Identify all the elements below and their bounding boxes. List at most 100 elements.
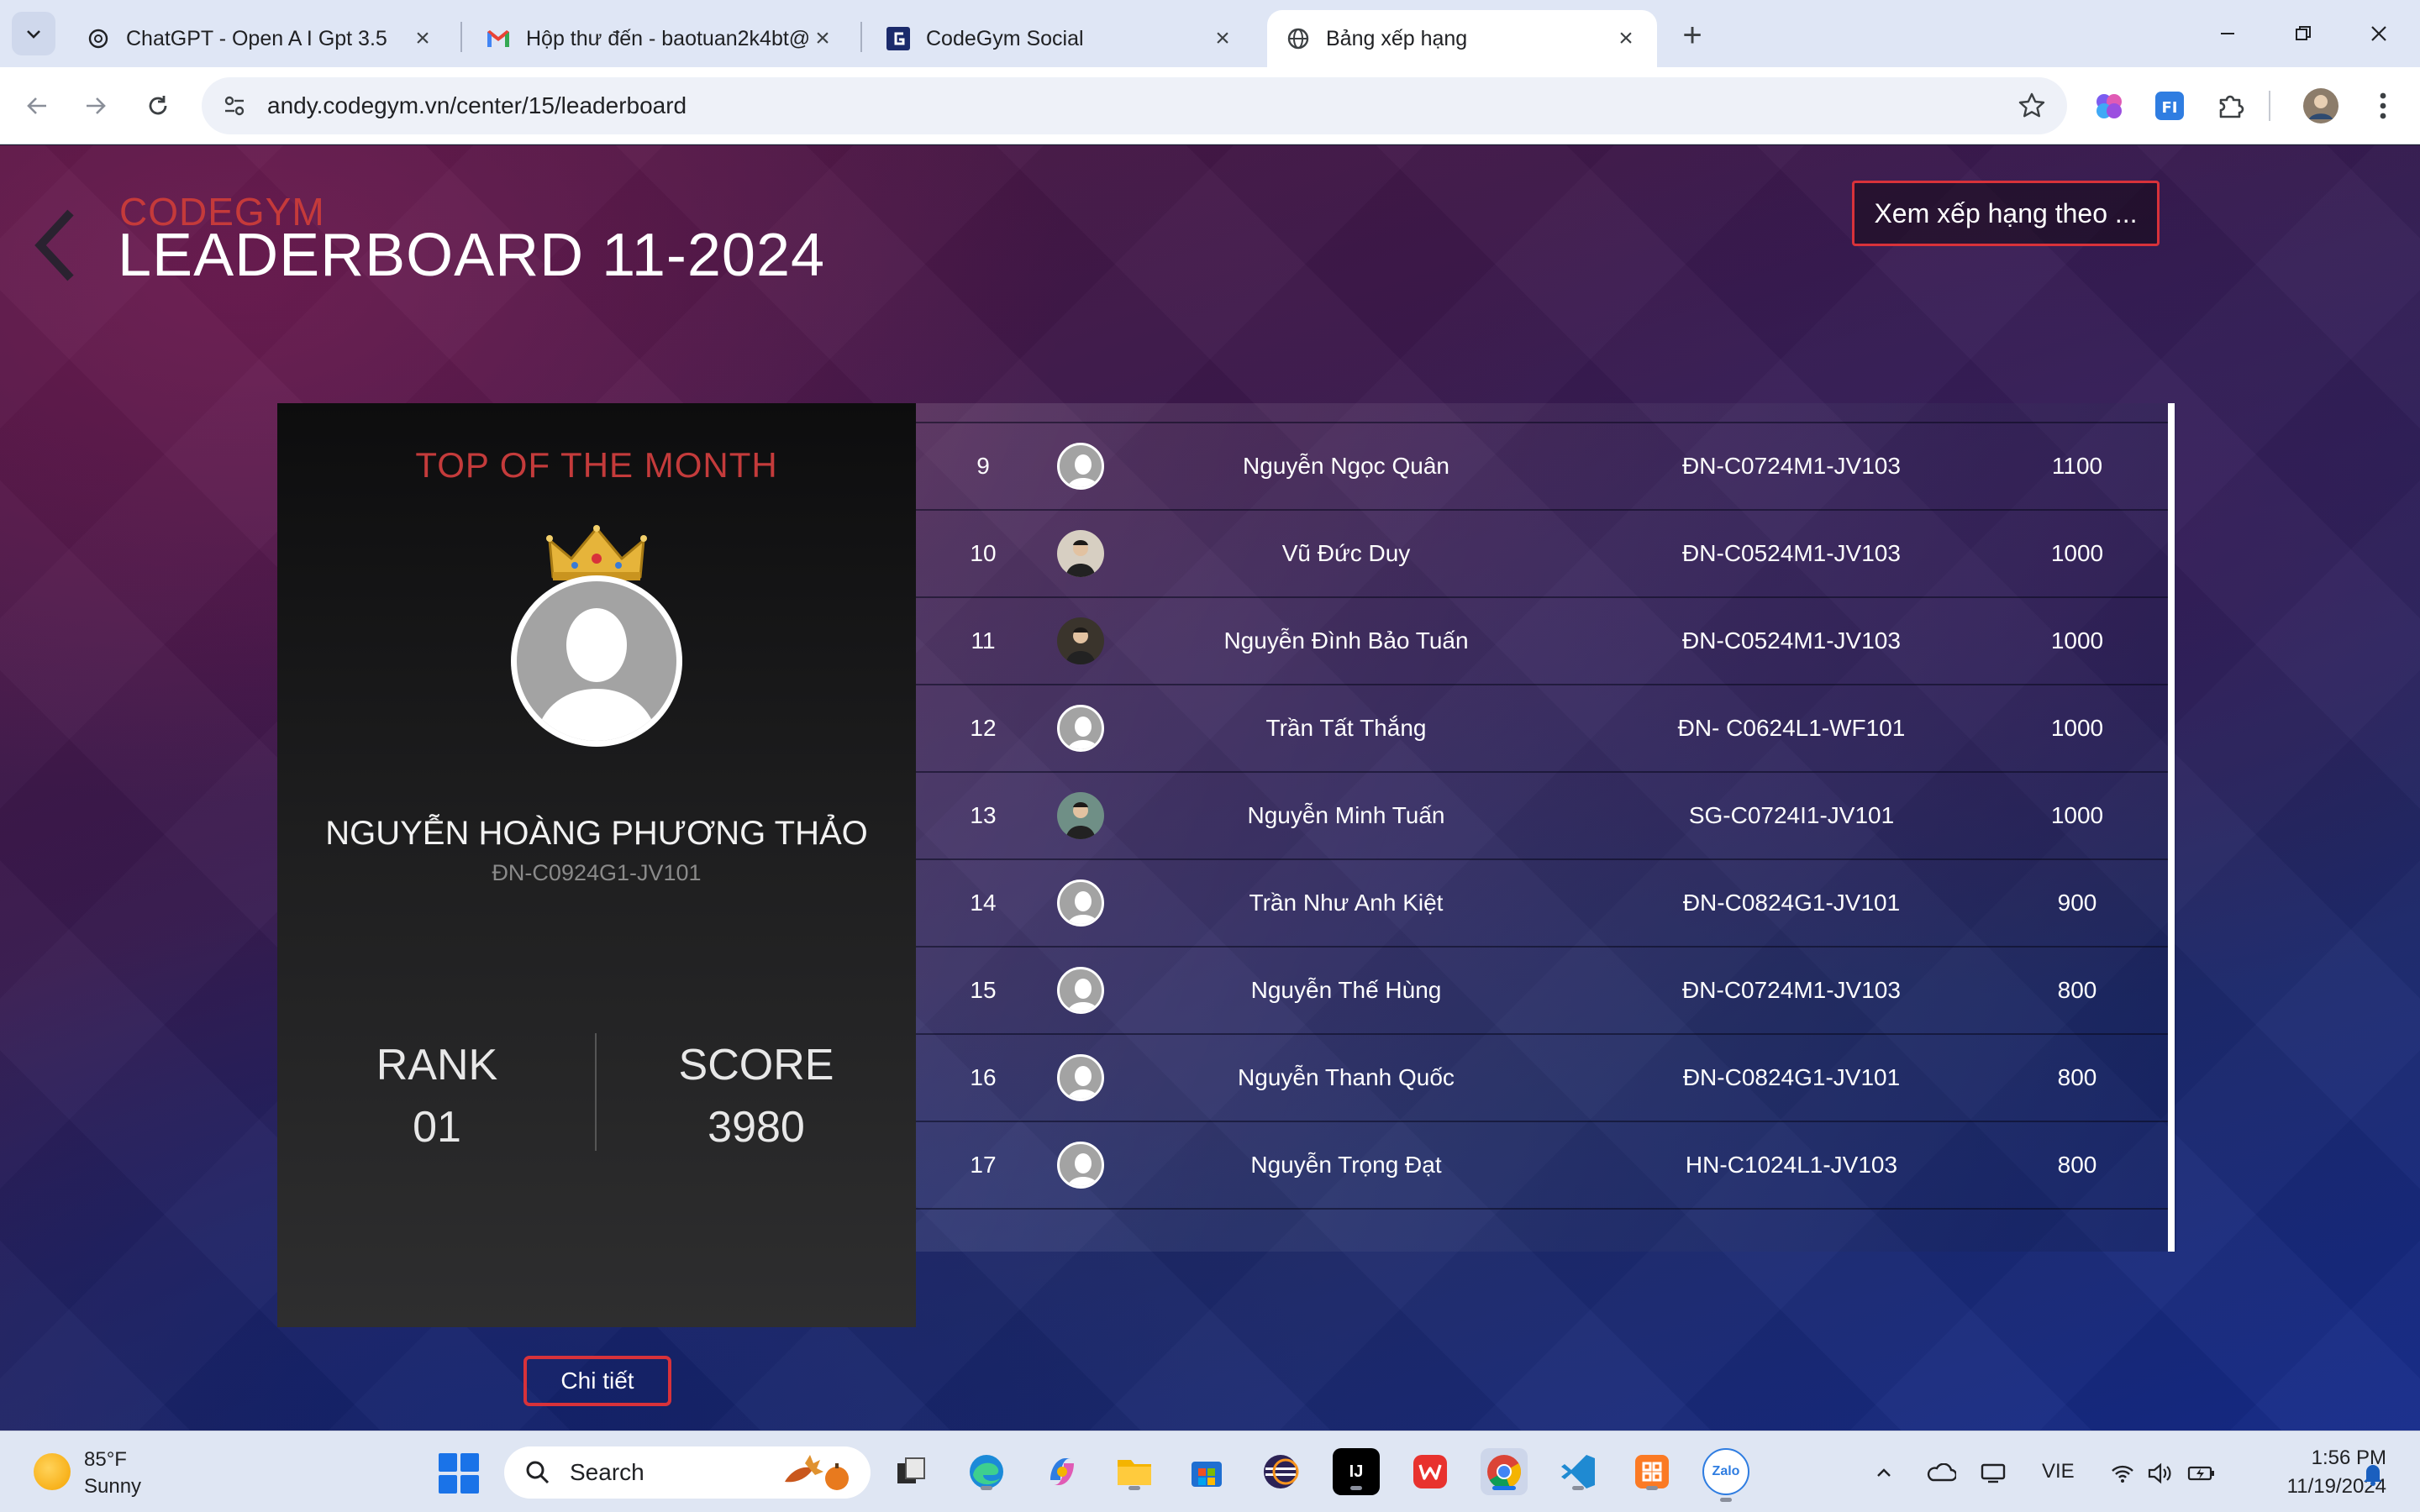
weather-description[interactable]: Sunny [84, 1475, 141, 1499]
sun-icon[interactable] [34, 1453, 71, 1490]
tab-leaderboard[interactable]: Bảng xếp hạng × [1267, 10, 1657, 67]
table-row[interactable]: 16 Nguyễn Thanh Quốc ĐN-C0824G1-JV101 800 [916, 1035, 2168, 1122]
forward-button[interactable] [74, 84, 118, 128]
store-icon[interactable] [1183, 1448, 1230, 1495]
volume-icon[interactable] [2143, 1457, 2176, 1490]
battery-icon[interactable] [2185, 1457, 2218, 1490]
close-icon[interactable]: × [1613, 24, 1639, 52]
user-name[interactable]: Nguyễn Thế Hùng [1128, 977, 1565, 1004]
score-value: 1000 [2050, 715, 2104, 741]
tab-title: Bảng xếp hạng [1326, 26, 1468, 50]
user-photo [1065, 802, 1096, 839]
user-name[interactable]: Nguyễn Thanh Quốc [1128, 1064, 1565, 1091]
table-row[interactable]: 17 Nguyễn Trọng Đạt HN-C1024L1-JV103 800 [916, 1122, 2168, 1210]
user-avatar[interactable] [1057, 617, 1104, 664]
running-indicator [1720, 1498, 1732, 1502]
file-explorer-icon[interactable] [887, 1448, 934, 1495]
brain-extension-icon[interactable] [2089, 86, 2129, 126]
windows-logo-pane [460, 1475, 479, 1494]
bookmark-star-icon[interactable] [2015, 89, 2049, 123]
score-value: 800 [2057, 1064, 2097, 1090]
tab-codegym-social[interactable]: CodeGym Social × [867, 10, 1254, 67]
chevron-up-icon[interactable] [1867, 1457, 1901, 1490]
chrome-icon[interactable] [1481, 1448, 1528, 1495]
extensions-puzzle-icon[interactable] [2212, 86, 2252, 126]
user-name[interactable]: Nguyễn Đình Bảo Tuấn [1128, 627, 1565, 654]
tab-title: ChatGPT - Open A I Gpt 3.5 [126, 26, 387, 50]
detail-button[interactable]: Chi tiết [523, 1356, 671, 1406]
tab-search-button[interactable] [12, 12, 55, 55]
globe-icon [1286, 26, 1311, 51]
class-code: ĐN- C0624L1-WF101 [1677, 715, 1906, 741]
back-chevron-icon[interactable] [30, 207, 81, 283]
running-indicator [1350, 1486, 1362, 1490]
user-avatar[interactable] [1057, 792, 1104, 839]
windows-logo-pane [439, 1475, 457, 1494]
user-avatar[interactable] [1057, 967, 1104, 1014]
address-bar[interactable]: andy.codegym.vn/center/15/leaderboard [202, 77, 2067, 134]
new-tab-button[interactable]: + [1670, 13, 1714, 57]
profile-avatar[interactable] [2301, 86, 2341, 126]
tab-chatgpt[interactable]: ChatGPT - Open A I Gpt 3.5 × [67, 10, 454, 67]
close-icon[interactable]: × [810, 24, 835, 52]
copilot-icon[interactable] [1039, 1448, 1086, 1495]
fi-extension-icon[interactable]: FI [2149, 86, 2190, 126]
default-user-icon [535, 608, 658, 741]
taskbar-search[interactable]: Search [504, 1446, 871, 1499]
tab-gmail[interactable]: Hộp thư đến - baotuan2k4bt@ × [467, 10, 854, 67]
minimize-button[interactable] [2190, 8, 2265, 59]
table-row[interactable]: 9 Nguyễn Ngọc Quân ĐN-C0724M1-JV103 1100 [916, 423, 2168, 511]
reload-button[interactable] [136, 84, 180, 128]
folder-icon[interactable] [1111, 1448, 1158, 1495]
user-avatar[interactable] [1057, 443, 1104, 490]
restore-button[interactable] [2265, 8, 2341, 59]
intellij-icon[interactable]: IJ [1333, 1448, 1380, 1495]
edge-icon[interactable] [963, 1448, 1010, 1495]
vscode-icon[interactable] [1555, 1448, 1602, 1495]
page-title: LEADERBOARD 11-2024 [118, 222, 826, 289]
wps-icon[interactable] [1407, 1448, 1454, 1495]
xampp-icon[interactable] [1628, 1448, 1676, 1495]
close-window-button[interactable] [2341, 8, 2417, 59]
user-name[interactable]: Trần Như Anh Kiệt [1128, 890, 1565, 916]
table-row[interactable]: 10 Vũ Đức Duy ĐN-C0524M1-JV103 1000 [916, 511, 2168, 598]
site-info-icon[interactable] [213, 85, 255, 127]
back-button[interactable] [15, 84, 59, 128]
arrow-left-icon [27, 97, 46, 114]
user-name[interactable]: Vũ Đức Duy [1128, 540, 1565, 567]
windows-logo-pane [460, 1453, 479, 1472]
user-name[interactable]: Nguyễn Minh Tuấn [1128, 802, 1565, 829]
table-row[interactable]: 12 Trần Tất Thắng ĐN- C0624L1-WF101 1000 [916, 685, 2168, 773]
user-avatar[interactable] [1057, 879, 1104, 927]
user-avatar[interactable] [1057, 705, 1104, 752]
zalo-icon[interactable]: Zalo [1702, 1448, 1749, 1502]
table-row[interactable]: 13 Nguyễn Minh Tuấn SG-C0724I1-JV101 1000 [916, 773, 2168, 860]
user-avatar[interactable] [1057, 1142, 1104, 1189]
score-value: 900 [2057, 890, 2097, 916]
user-avatar[interactable] [1057, 530, 1104, 577]
eclipse-icon[interactable] [1257, 1448, 1304, 1495]
close-icon[interactable]: × [410, 24, 435, 52]
avatar-cell [1034, 705, 1128, 752]
card-title: TOP OF THE MONTH [415, 445, 778, 485]
close-icon[interactable]: × [1210, 24, 1235, 52]
table-row[interactable]: 14 Trần Như Anh Kiệt ĐN-C0824G1-JV101 900 [916, 860, 2168, 948]
start-button[interactable] [439, 1453, 479, 1494]
table-row[interactable]: 11 Nguyễn Đình Bảo Tuấn ĐN-C0524M1-JV103 10… [916, 598, 2168, 685]
user-name[interactable]: Nguyễn Ngọc Quân [1128, 453, 1565, 480]
wifi-icon[interactable] [2106, 1457, 2139, 1490]
rank-cell: 12 [970, 715, 997, 741]
notification-bell-icon[interactable] [2356, 1457, 2390, 1490]
rank-by-button[interactable]: Xem xếp hạng theo ... [1852, 181, 2160, 246]
onedrive-icon[interactable] [1924, 1457, 1958, 1490]
more-menu-icon[interactable] [2363, 86, 2403, 126]
user-name[interactable]: Nguyễn Trọng Đạt [1128, 1152, 1565, 1179]
device-icon[interactable] [1976, 1457, 2010, 1490]
language-indicator[interactable]: VIE [2042, 1460, 2075, 1483]
leaderboard-table[interactable]: 9 Nguyễn Ngọc Quân ĐN-C0724M1-JV103 1100 10 V… [916, 403, 2176, 1252]
table-scrollbar[interactable] [2168, 403, 2175, 1252]
user-name[interactable]: Trần Tất Thắng [1128, 715, 1565, 742]
user-avatar[interactable] [1057, 1054, 1104, 1101]
table-row[interactable]: 15 Nguyễn Thế Hùng ĐN-C0724M1-JV103 800 [916, 948, 2168, 1035]
weather-temperature[interactable]: 85°F [84, 1448, 127, 1472]
